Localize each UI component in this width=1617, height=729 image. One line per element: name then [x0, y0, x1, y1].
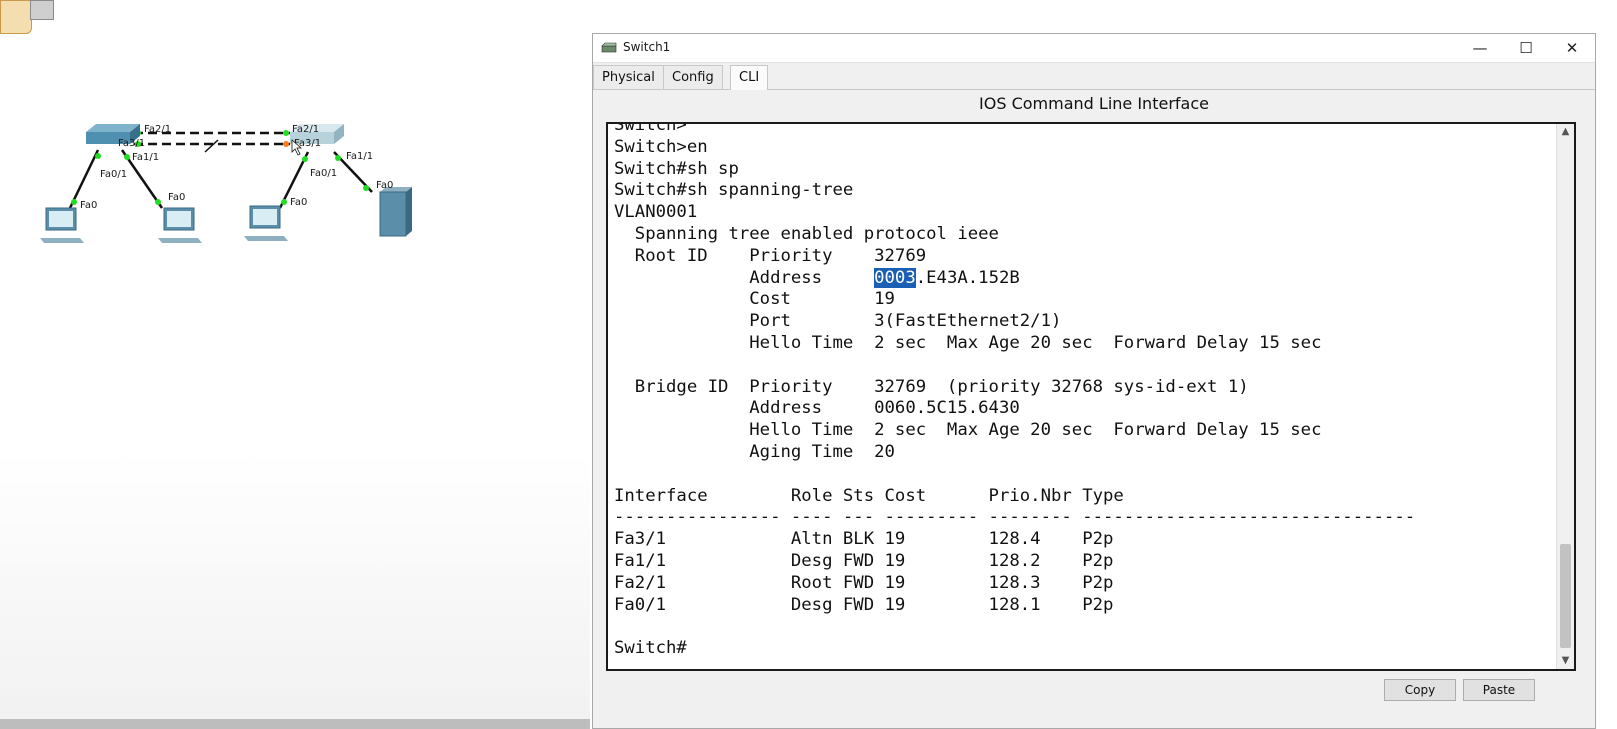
scroll-down-icon[interactable]: ▼	[1557, 653, 1574, 669]
status-dot	[281, 199, 287, 205]
cli-scrollbar[interactable]: ▲ ▼	[1556, 124, 1574, 669]
cli-output[interactable]: Switch> Switch>en Switch#sh sp Switch#sh…	[614, 122, 1416, 660]
status-dot	[155, 199, 161, 205]
close-button[interactable]: ✕	[1549, 34, 1595, 62]
logical-workspace[interactable]: Fa2/1 Fa3/1 Fa1/1 Fa0/1 Fa2/1 Fa3/1 Fa1/…	[0, 0, 590, 729]
pc0-icon[interactable]	[40, 207, 84, 243]
status-dot-blocked	[283, 141, 289, 147]
maximize-button[interactable]: ☐	[1503, 34, 1549, 62]
port-label: Fa0	[376, 180, 393, 191]
toolbar-topology-icon[interactable]	[0, 0, 32, 34]
cli-lines-after: Cost 19 Port 3(FastEthernet2/1) Hello Ti…	[614, 289, 1416, 659]
pc1-icon[interactable]	[158, 207, 202, 243]
tab-physical[interactable]: Physical	[593, 65, 664, 89]
status-dot	[302, 156, 308, 162]
status-dot	[124, 154, 130, 160]
status-dot	[71, 199, 77, 205]
scroll-thumb[interactable]	[1560, 544, 1571, 648]
workspace-status-bar	[0, 719, 590, 729]
port-label: Fa1/1	[346, 151, 373, 162]
port-label: Fa0/1	[100, 169, 127, 180]
cli-lines-before: Switch> Switch>en Switch#sh sp Switch#sh…	[614, 122, 999, 266]
pc2-icon[interactable]	[244, 205, 288, 241]
selected-text: 0003	[874, 267, 916, 288]
root-address-suffix: .E43A.152B	[915, 267, 1020, 288]
minimize-button[interactable]: —	[1457, 34, 1503, 62]
paste-button[interactable]: Paste	[1463, 679, 1535, 701]
tab-cli[interactable]: CLI	[730, 65, 769, 90]
cli-terminal[interactable]: Switch> Switch>en Switch#sh sp Switch#sh…	[606, 122, 1576, 671]
network-topology[interactable]: Fa2/1 Fa3/1 Fa1/1 Fa0/1 Fa2/1 Fa3/1 Fa1/…	[0, 110, 430, 260]
switch-window-icon	[601, 42, 617, 53]
port-label: Fa1/1	[132, 152, 159, 163]
status-dot	[283, 130, 289, 136]
port-label: Fa0	[80, 200, 97, 211]
scroll-up-icon[interactable]: ▲	[1557, 124, 1574, 140]
port-label: Fa0	[168, 192, 185, 203]
server-icon[interactable]	[379, 187, 412, 237]
status-dot	[363, 185, 369, 191]
tab-config[interactable]: Config	[663, 65, 723, 89]
cli-heading: IOS Command Line Interface	[979, 94, 1209, 113]
port-label: Fa0	[290, 197, 307, 208]
toolbar-device-icon[interactable]	[30, 0, 54, 20]
window-titlebar[interactable]: Switch1 — ☐ ✕	[593, 34, 1595, 63]
status-dot	[95, 153, 101, 159]
link-break-mark	[204, 139, 219, 153]
device-tabs: Physical Config CLI	[593, 63, 1595, 90]
status-dot	[335, 155, 341, 161]
port-label: Fa2/1	[144, 124, 171, 135]
window-title: Switch1	[623, 40, 671, 54]
copy-button[interactable]: Copy	[1384, 679, 1456, 701]
device-window: Switch1 — ☐ ✕ Physical Config CLI IOS Co…	[592, 33, 1596, 729]
root-address-prefix: Address	[614, 267, 875, 288]
port-label: Fa2/1	[292, 124, 319, 135]
port-label: Fa0/1	[310, 168, 337, 179]
port-label: Fa3/1	[118, 138, 145, 149]
